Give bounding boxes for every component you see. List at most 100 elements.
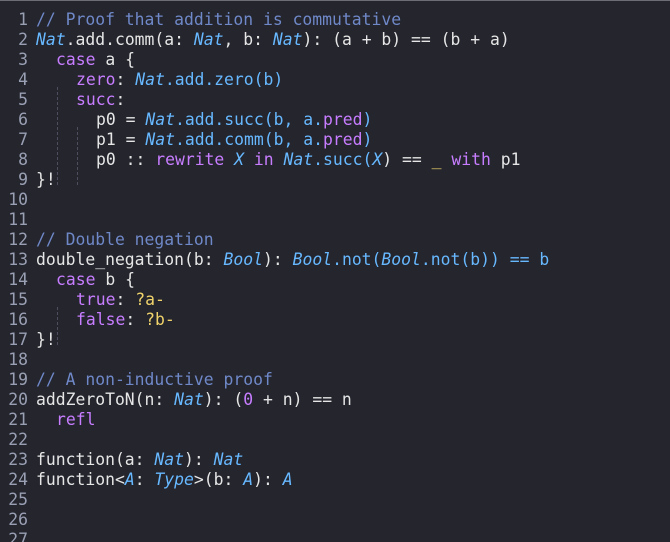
code-line[interactable]: 2 Nat.add.comm(a: Nat, b: Nat): (a + b) =… xyxy=(0,30,670,50)
code-text: true: ?a- xyxy=(36,290,165,325)
code-token: ?b- xyxy=(145,310,175,329)
code-text: case a { xyxy=(36,50,135,69)
code-line[interactable]: 6 p0 = Nat.add.succ(b, a.pred) xyxy=(0,110,670,145)
code-text: p0 = Nat.add.succ(b, a.pred) xyxy=(36,110,373,145)
code-line[interactable]: 19 // A non-inductive proof xyxy=(0,370,670,390)
code-line[interactable]: 23 function(a: Nat): Nat xyxy=(0,450,670,470)
code-token: true xyxy=(76,290,116,309)
code-token: a { xyxy=(95,50,135,69)
line-number: 26 xyxy=(8,510,28,529)
code-text: // Double negation xyxy=(36,230,214,249)
code-token: ) xyxy=(362,130,373,149)
code-line[interactable]: 1 // Proof that addition is commutative xyxy=(0,10,670,30)
code-line[interactable]: 11 xyxy=(0,210,670,230)
line-number: 20 xyxy=(8,390,28,409)
code-token: ): xyxy=(253,470,283,489)
code-line[interactable]: 27 xyxy=(0,530,670,542)
line-number: 24 xyxy=(8,470,28,489)
code-token: function(a: xyxy=(36,450,155,469)
code-line[interactable]: 7 p1 = Nat.add.comm(b, a.pred) xyxy=(0,130,670,165)
code-token: // A non-inductive proof xyxy=(36,370,273,389)
line-number: 3 xyxy=(18,50,28,69)
code-token: 0 xyxy=(243,390,254,409)
code-line[interactable]: 9}! xyxy=(0,170,670,190)
code-token: ): xyxy=(262,250,293,269)
code-line[interactable]: 16 false: ?b- xyxy=(0,310,670,345)
code-editor[interactable]: 1// Proof that addition is commutative 2 N… xyxy=(0,0,670,542)
code-token: .not( xyxy=(332,250,382,269)
code-line[interactable]: 5 succ: xyxy=(0,90,670,125)
code-token: // Double negation xyxy=(36,230,214,249)
code-line[interactable]: 25 xyxy=(0,490,670,510)
code-token: Nat xyxy=(213,450,244,469)
code-token: .add.comm( xyxy=(65,30,165,49)
line-number: 15 xyxy=(8,290,28,309)
code-token: Bool xyxy=(223,250,263,269)
code-token: zero xyxy=(76,70,116,89)
code-token: : xyxy=(115,290,136,309)
code-line[interactable]: 26 xyxy=(0,510,670,530)
code-token: ?a- xyxy=(135,290,165,309)
code-text: }! xyxy=(36,170,56,189)
code-line[interactable]: 24 function<A: Type>(b: A): A xyxy=(0,470,670,490)
code-token: X xyxy=(372,150,383,169)
code-token: A xyxy=(243,470,254,489)
code-token: p0 :: xyxy=(96,150,156,169)
code-line[interactable]: 10 xyxy=(0,190,670,210)
code-text: false: ?b- xyxy=(36,310,175,345)
code-line[interactable]: 21 refl xyxy=(0,410,670,430)
code-token: Nat xyxy=(145,110,175,129)
code-line[interactable]: 3 case a { xyxy=(0,50,670,70)
code-token: X xyxy=(234,150,245,169)
line-number: 11 xyxy=(8,210,28,229)
code-line[interactable]: 14 case b { xyxy=(0,270,670,290)
line-number: 12 xyxy=(8,230,28,249)
code-token: Nat xyxy=(193,30,224,49)
code-token: Bool xyxy=(292,250,333,269)
code-line[interactable]: 18 xyxy=(0,350,670,370)
line-number: 21 xyxy=(8,410,28,429)
code-line[interactable]: 4 zero: Nat.add.zero(b) xyxy=(0,70,670,105)
code-token: function< xyxy=(36,470,125,489)
code-line[interactable]: 20 addZeroToN(n: Nat): (0 + n) == n xyxy=(0,390,670,410)
code-text: }! xyxy=(36,330,56,349)
code-token: refl xyxy=(56,410,96,429)
code-token: }! xyxy=(36,330,56,349)
code-token: : xyxy=(115,70,136,89)
code-token: ) == xyxy=(382,150,432,169)
code-token: >(b: xyxy=(193,470,244,489)
code-text: succ: xyxy=(36,90,125,125)
code-token: Nat xyxy=(272,30,303,49)
code-token: succ xyxy=(76,90,116,109)
code-token: p1 = xyxy=(96,130,146,149)
code-text: double_negation(b: Bool): Bool.not(Bool.… xyxy=(36,250,549,269)
line-number: 7 xyxy=(18,130,28,149)
code-token: addZeroToN(n: xyxy=(36,390,175,409)
line-number: 27 xyxy=(8,530,28,542)
code-line[interactable]: 12 // Double negation xyxy=(0,230,670,250)
code-token: a xyxy=(164,30,175,49)
code-text: function<A: Type>(b: A): A xyxy=(36,470,293,489)
code-text: p0 :: rewrite X in Nat.succ(X) == _ with… xyxy=(36,150,521,185)
code-token: ) xyxy=(362,110,373,129)
code-line[interactable]: 17}! xyxy=(0,330,670,350)
line-number: 4 xyxy=(18,70,28,89)
code-token: Nat xyxy=(174,390,204,409)
code-token: with xyxy=(451,150,491,169)
code-line[interactable]: 8 p0 :: rewrite X in Nat.succ(X) == _ wit… xyxy=(0,150,670,185)
code-token: : xyxy=(134,470,155,489)
code-text: // A non-inductive proof xyxy=(36,370,273,389)
line-number: 1 xyxy=(18,10,28,29)
code-token: ): ( xyxy=(203,390,244,409)
code-token: .add.succ(b, a. xyxy=(174,110,323,129)
code-token: Type xyxy=(154,470,194,489)
code-line[interactable]: 13 double_negation(b: Bool): Bool.not(Boo… xyxy=(0,250,670,270)
code-line[interactable]: 22 xyxy=(0,430,670,450)
code-line[interactable]: 15 true: ?a- xyxy=(0,290,670,325)
line-number: 17 xyxy=(8,330,28,349)
code-token: p1 xyxy=(490,150,521,169)
code-token: .add.comm(b, a. xyxy=(174,130,323,149)
